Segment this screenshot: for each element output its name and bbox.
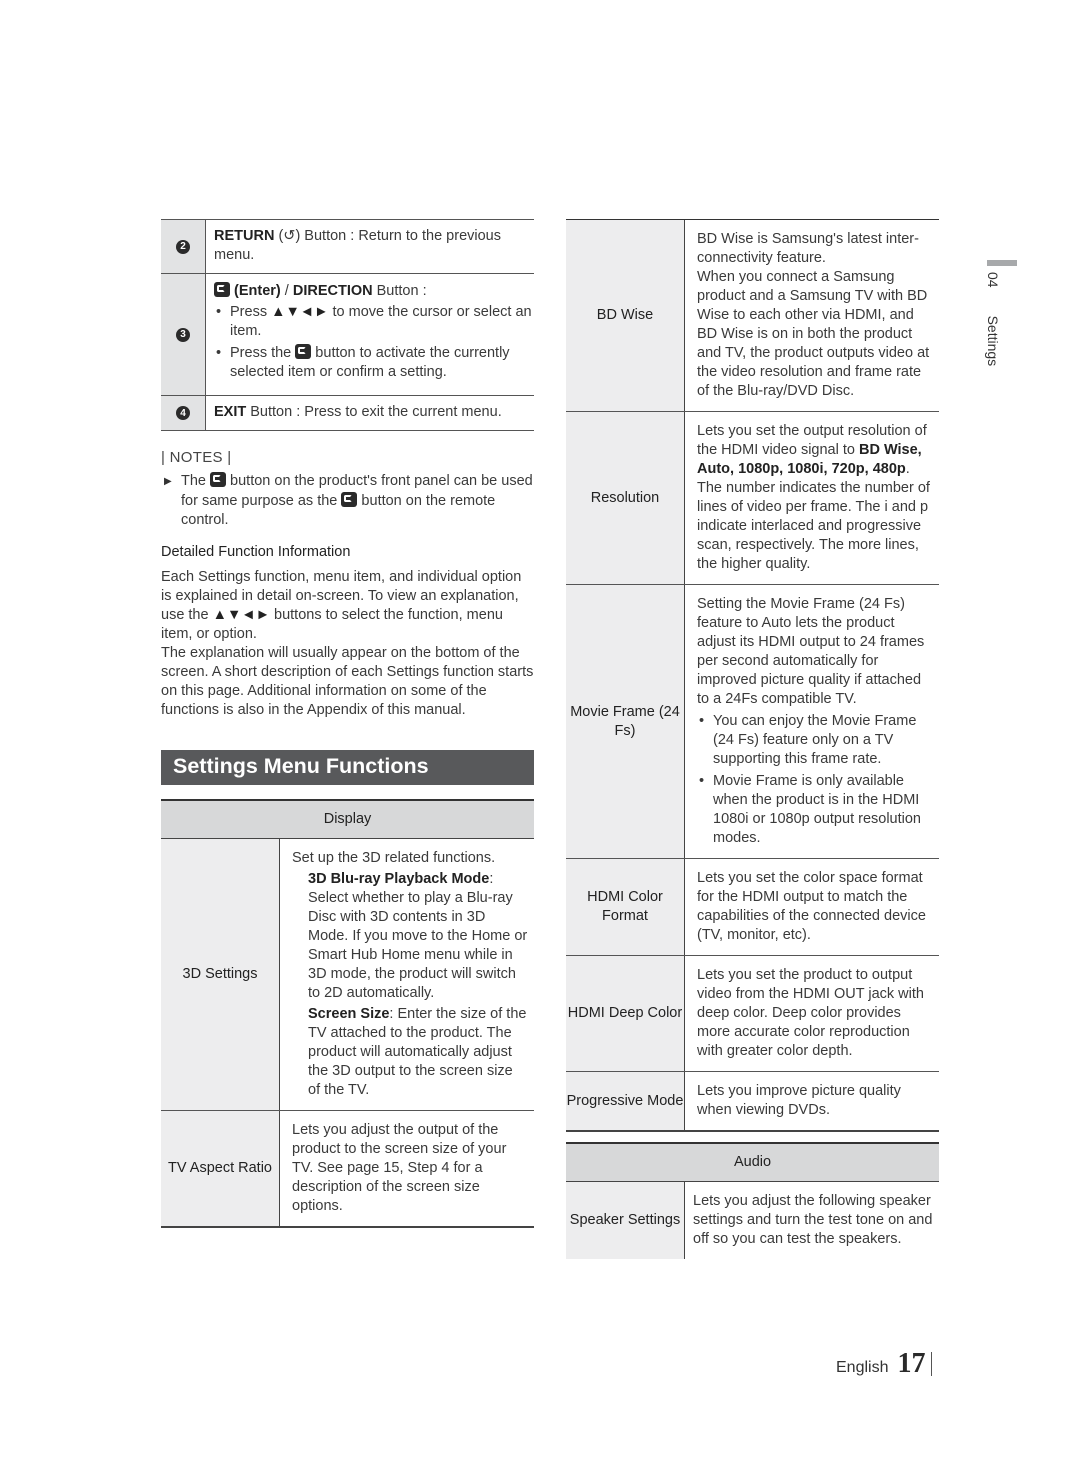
notes-heading: | NOTES | — [161, 449, 232, 466]
table-header-display: Display — [161, 800, 534, 839]
table-row: HDMI Deep Color Lets you set the product… — [566, 956, 939, 1072]
section-title: Settings Menu Functions — [161, 749, 534, 785]
row-value: Lets you set the product to output video… — [697, 967, 924, 1059]
enter-icon — [214, 282, 230, 297]
row-key: HDMI Color Format — [566, 859, 685, 955]
number-3-icon: 3 — [176, 327, 190, 342]
table-row: HDMI Color Format Lets you set the color… — [566, 859, 939, 956]
chapter-tab-label: 04Settings — [985, 272, 1001, 367]
enter-icon — [341, 491, 358, 507]
note-item: ▶ The button on the product's front pane… — [164, 472, 533, 528]
right-column: BD Wise BD Wise is Samsung's latest inte… — [566, 219, 939, 1259]
row-value: Lets you adjust the following speaker se… — [693, 1193, 933, 1247]
table-row: BD Wise BD Wise is Samsung's latest inte… — [566, 220, 939, 412]
table-row: Movie Frame (24 Fs) Setting the Movie Fr… — [566, 585, 939, 859]
chapter-tab — [987, 260, 1017, 266]
chapter-tab-bar — [987, 260, 1017, 266]
page-footer: English 17 — [836, 1348, 933, 1380]
row-key: HDMI Deep Color — [566, 956, 685, 1071]
row-value: Lets you set the output resolution of th… — [697, 423, 930, 572]
row-key: Progressive Mode — [566, 1072, 685, 1130]
page-number: 17 — [897, 1348, 926, 1379]
detail-heading: Detailed Function Information — [161, 543, 351, 560]
table-row: Resolution Lets you set the output resol… — [566, 412, 939, 585]
direction-arrows-icon: ▲▼◄► — [271, 304, 329, 320]
remote-buttons-table: 2 RETURN (↺) Button : Return to the prev… — [161, 219, 534, 431]
button-row-enter-direction: 3 (Enter) / DIRECTION Button : Press ▲▼◄… — [161, 274, 534, 396]
table-row: TV Aspect Ratio Lets you adjust the outp… — [161, 1110, 534, 1228]
row-value: Lets you adjust the output of the produc… — [292, 1121, 507, 1214]
list-item: Press ▲▼◄► to move the cursor or select … — [214, 303, 534, 341]
table-row: 3D Settings Set up the 3D related functi… — [161, 838, 534, 1111]
return-icon: ↺ — [283, 228, 296, 244]
row-value: Set up the 3D related functions. 3D Blu-… — [292, 849, 528, 1098]
footer-divider — [931, 1352, 933, 1376]
table-row: Speaker Settings Lets you adjust the fol… — [566, 1182, 939, 1259]
row-key: TV Aspect Ratio — [161, 1110, 280, 1226]
display-table-continued: BD Wise BD Wise is Samsung's latest inte… — [566, 219, 939, 1132]
row-key: Movie Frame (24 Fs) — [566, 585, 685, 858]
display-table: Display 3D Settings Set up the 3D relate… — [161, 798, 534, 1228]
list-item: Press the button to activate the current… — [214, 344, 534, 382]
list-item: You can enjoy the Movie Frame (24 Fs) fe… — [697, 712, 933, 769]
row-value: Lets you set the color space format for … — [697, 870, 926, 943]
list-item: Movie Frame is only available when the p… — [697, 772, 933, 848]
enter-icon — [295, 344, 312, 359]
number-2-icon: 2 — [176, 239, 190, 254]
row-key: Speaker Settings — [566, 1182, 685, 1259]
button-row-exit: 4 EXIT Button : Press to exit the curren… — [161, 396, 534, 431]
left-column: 2 RETURN (↺) Button : Return to the prev… — [161, 219, 534, 1228]
row-key: 3D Settings — [161, 838, 280, 1110]
detail-paragraph: Each Settings function, menu item, and i… — [161, 568, 534, 718]
audio-table: Audio Speaker Settings Lets you adjust t… — [566, 1142, 939, 1259]
row-value: Setting the Movie Frame (24 Fs) feature … — [685, 585, 939, 858]
row-key: Resolution — [566, 412, 685, 584]
table-row: Progressive Mode Lets you improve pictur… — [566, 1072, 939, 1132]
direction-arrows-icon: ▲▼◄► — [212, 606, 270, 623]
row-key: BD Wise — [566, 220, 685, 411]
table-header-audio: Audio — [566, 1144, 939, 1182]
row-value: Lets you improve picture quality when vi… — [697, 1083, 901, 1118]
row-value: BD Wise is Samsung's latest inter-connec… — [697, 231, 930, 399]
enter-icon — [210, 472, 227, 487]
button-row-return: 2 RETURN (↺) Button : Return to the prev… — [161, 220, 534, 274]
triangle-right-icon: ▶ — [164, 476, 172, 487]
footer-language: English — [836, 1359, 889, 1376]
number-4-icon: 4 — [176, 406, 190, 420]
